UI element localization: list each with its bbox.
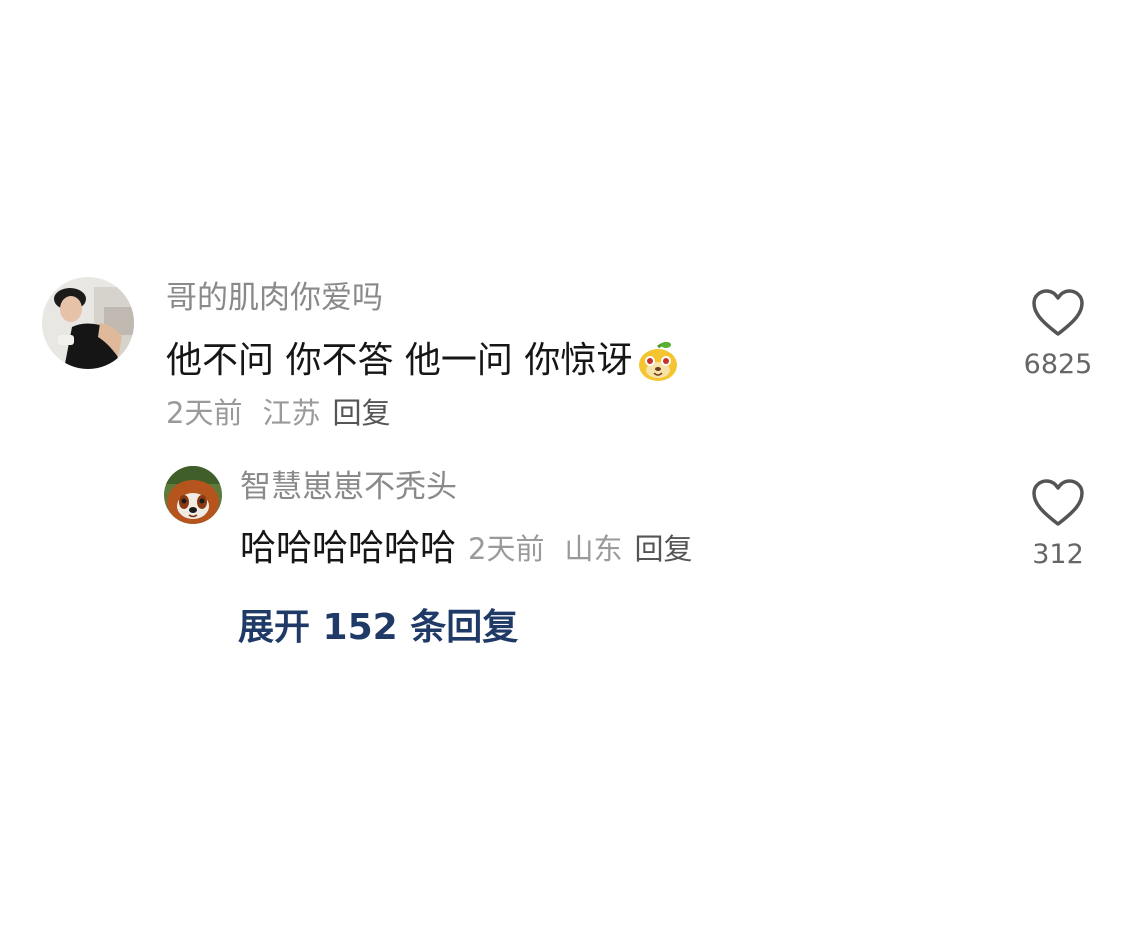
heart-outline-icon (1032, 479, 1084, 526)
reply-username[interactable]: 智慧崽崽不秃头 (240, 467, 457, 507)
reply-text-body: 哈哈哈哈哈哈 (240, 528, 457, 569)
reply-avatar[interactable] (164, 466, 222, 524)
man-avatar-image (42, 277, 134, 369)
reply-reply-button[interactable]: 回复 (634, 526, 692, 572)
comment-username[interactable]: 哥的肌肉你爱吗 (166, 278, 383, 318)
comment-thread: 哥的肌肉你爱吗 他不问 你不答 他一问 你惊讶 2天前 江苏 回复 6825 智… (0, 0, 1130, 938)
fruit-face-emoji-icon (636, 339, 680, 383)
comment-like-count: 6825 (1023, 349, 1093, 380)
comment-meta: 2天前 江苏 回复 (166, 393, 390, 433)
red-panda-avatar-image (164, 466, 222, 524)
reply-like-button[interactable]: 312 (1013, 478, 1103, 572)
comment-text-body: 他不问 你不答 他一问 你惊讶 (166, 340, 633, 381)
comment-location: 江苏 (262, 396, 321, 430)
reply-time: 2天前 (468, 532, 545, 566)
comment-time: 2天前 (166, 396, 243, 430)
reply-like-count: 312 (1032, 539, 1084, 570)
expand-replies-button[interactable]: 展开 152 条回复 (238, 604, 518, 652)
reply-text: 哈哈哈哈哈哈 2天前 山东 回复 (240, 526, 693, 572)
reply-meta: 2天前 山东 回复 (468, 526, 692, 572)
comment-text: 他不问 你不答 他一问 你惊讶 (166, 338, 680, 384)
comment-reply-button[interactable]: 回复 (332, 393, 390, 433)
heart-outline-icon (1032, 289, 1084, 336)
comment-avatar[interactable] (42, 277, 134, 369)
comment-like-button[interactable]: 6825 (1013, 288, 1103, 382)
reply-location: 山东 (564, 532, 623, 566)
